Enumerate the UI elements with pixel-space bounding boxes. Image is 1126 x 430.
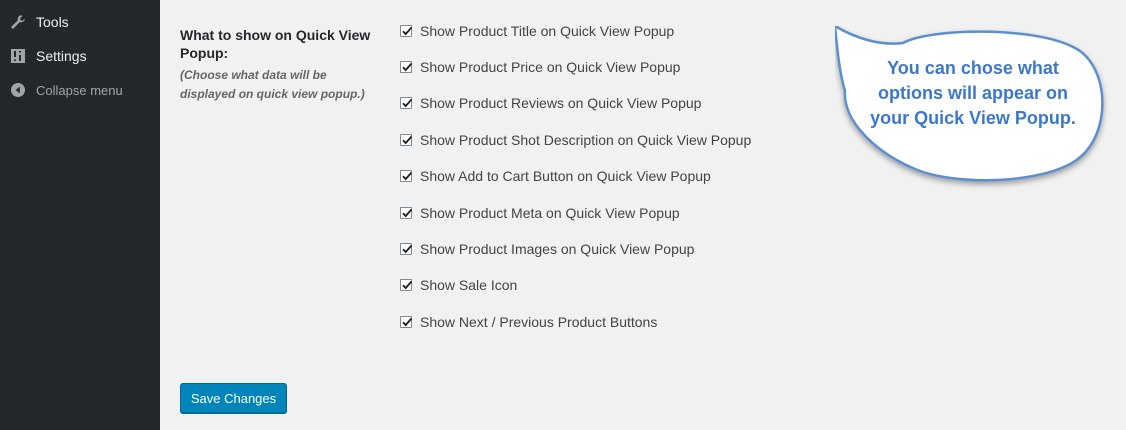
option-short-description[interactable]: Show Product Shot Description on Quick V…: [400, 130, 751, 150]
option-add-to-cart[interactable]: Show Add to Cart Button on Quick View Po…: [400, 166, 711, 186]
section-note: (Choose what data will be displayed on q…: [180, 68, 365, 101]
checkmark-icon: [402, 171, 413, 181]
option-label: Show Product Images on Quick View Popup: [420, 241, 695, 257]
checkbox[interactable]: [400, 97, 413, 109]
sidebar-item-tools[interactable]: Tools: [0, 5, 160, 39]
admin-sidebar: Tools Settings Collapse menu: [0, 0, 160, 430]
checkbox[interactable]: [400, 134, 413, 146]
sidebar-item-settings[interactable]: Settings: [0, 39, 160, 73]
sidebar-item-label: Tools: [36, 14, 69, 30]
checkbox[interactable]: [400, 25, 413, 37]
checkmark-icon: [402, 26, 413, 36]
checkmark-icon: [402, 244, 413, 254]
callout-bubble: You can chose what options will appear o…: [833, 23, 1115, 191]
checkbox[interactable]: [400, 243, 413, 255]
option-label: Show Product Meta on Quick View Popup: [420, 205, 680, 221]
collapse-icon: [9, 81, 27, 99]
option-product-meta[interactable]: Show Product Meta on Quick View Popup: [400, 203, 680, 223]
wrench-icon: [9, 13, 27, 31]
option-label: Show Next / Previous Product Buttons: [420, 314, 658, 330]
callout-text: You can chose what options will appear o…: [870, 58, 1076, 128]
option-label: Show Product Reviews on Quick View Popup: [420, 95, 702, 111]
checkbox[interactable]: [400, 207, 413, 219]
option-label: Show Product Title on Quick View Popup: [420, 23, 675, 39]
option-product-images[interactable]: Show Product Images on Quick View Popup: [400, 239, 694, 259]
option-product-price[interactable]: Show Product Price on Quick View Popup: [400, 57, 680, 77]
checkmark-icon: [402, 98, 413, 108]
settings-icon: [9, 47, 27, 65]
option-label: Show Add to Cart Button on Quick View Po…: [420, 168, 711, 184]
option-sale-icon[interactable]: Show Sale Icon: [400, 275, 517, 295]
option-label: Show Product Shot Description on Quick V…: [420, 132, 752, 148]
sidebar-item-label: Collapse menu: [36, 82, 123, 98]
option-product-reviews[interactable]: Show Product Reviews on Quick View Popup: [400, 93, 701, 113]
checkbox[interactable]: [400, 61, 413, 73]
save-changes-button[interactable]: Save Changes: [180, 383, 287, 413]
checkbox[interactable]: [400, 170, 413, 182]
checkbox[interactable]: [400, 316, 413, 328]
option-label: Show Sale Icon: [420, 277, 518, 293]
option-next-previous-buttons[interactable]: Show Next / Previous Product Buttons: [400, 312, 657, 332]
checkmark-icon: [402, 135, 413, 145]
section-label: What to show on Quick View Popup:: [180, 27, 371, 61]
checkbox[interactable]: [400, 279, 413, 291]
option-product-title[interactable]: Show Product Title on Quick View Popup: [400, 21, 674, 41]
option-label: Show Product Price on Quick View Popup: [420, 59, 681, 75]
sidebar-item-label: Settings: [36, 48, 87, 64]
checkmark-icon: [402, 62, 413, 72]
checkmark-icon: [402, 208, 413, 218]
collapse-menu-button[interactable]: Collapse menu: [0, 73, 160, 107]
checkmark-icon: [402, 317, 413, 327]
checkmark-icon: [402, 280, 413, 290]
